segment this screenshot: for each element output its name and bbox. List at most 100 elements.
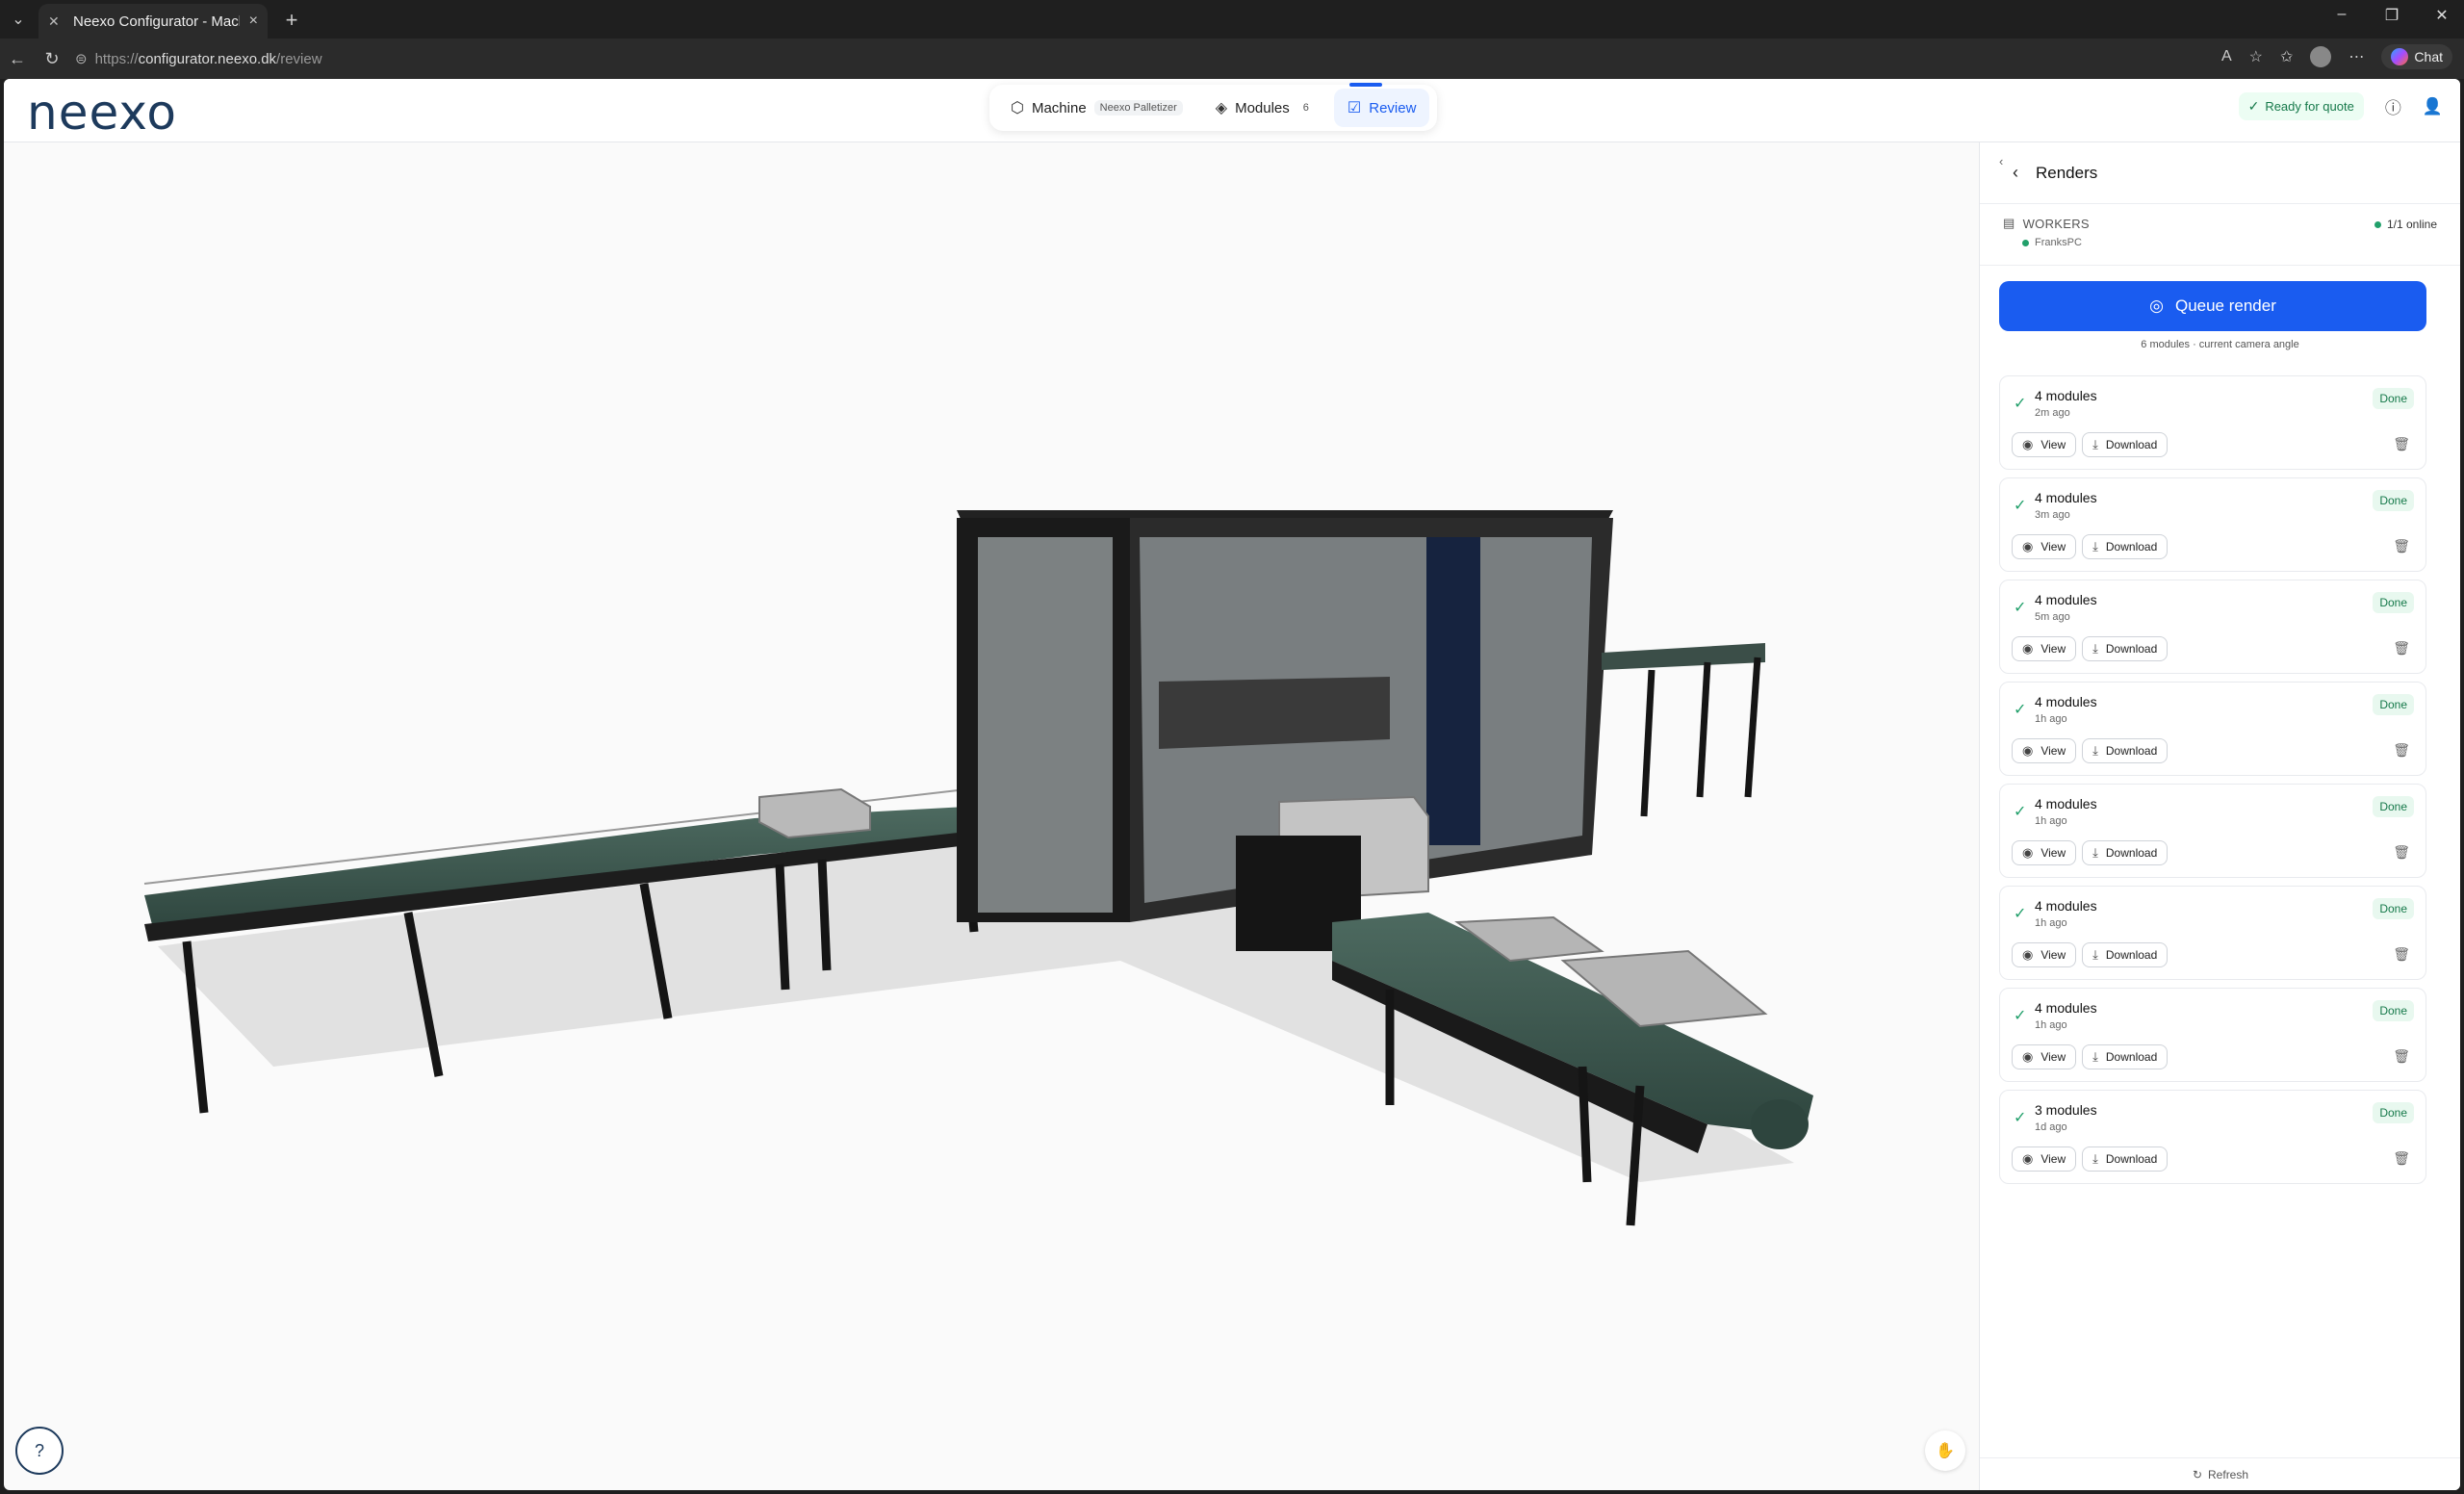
panel-title: Renders (2036, 163, 2098, 182)
trash-icon[interactable]: 🗑 (2393, 946, 2410, 963)
render-time: 1h ago (2035, 1019, 2067, 1031)
check-icon: ✓ (2014, 702, 2027, 718)
minimize-icon[interactable]: – (2329, 6, 2354, 25)
download-button[interactable]: ⤓ Download (2082, 738, 2169, 763)
step-modules[interactable]: ◈ Modules 6 (1202, 89, 1328, 127)
render-card: ✓ 4 modules 1h ago Done ◉ View ⤓ Download 🗑 (1999, 682, 2426, 776)
tab-bar: ⌄ ✕ Neexo Configurator - Machine Co × + … (0, 0, 2464, 39)
view-button[interactable]: ◉ View (2012, 432, 2077, 457)
user-icon[interactable]: 👤 (2423, 97, 2443, 116)
render-card: ✓ 4 modules 1h ago Done ◉ View ⤓ Download 🗑 (1999, 784, 2426, 878)
render-name: 4 modules (2035, 388, 2097, 403)
profile-avatar[interactable] (2310, 46, 2332, 67)
trash-icon[interactable]: 🗑 (2393, 742, 2410, 759)
help-circle-icon: ? (34, 1440, 44, 1460)
view-button[interactable]: ◉ View (2012, 534, 2077, 559)
restore-icon[interactable]: ❐ (2379, 6, 2404, 25)
reload-icon[interactable]: ↻ (35, 49, 69, 69)
window-controls: – ❐ ✕ (2329, 6, 2454, 25)
view-button[interactable]: ◉ View (2012, 840, 2077, 865)
view-label: View (2040, 642, 2066, 656)
eye-icon: ◉ (2022, 845, 2034, 860)
new-tab-icon[interactable]: + (277, 6, 306, 35)
help-button[interactable]: ? (15, 1427, 64, 1475)
download-button[interactable]: ⤓ Download (2082, 432, 2169, 457)
worker-name: FranksPC (2035, 237, 2082, 248)
download-label: Download (2105, 846, 2158, 860)
workers-label: WORKERS (2022, 216, 2090, 231)
download-label: Download (2105, 642, 2158, 656)
render-card: ✓ 4 modules 2m ago Done ◉ View ⤓ Download 🗑 (1999, 375, 2426, 470)
read-aloud-icon[interactable]: A (2221, 48, 2232, 65)
check-circle-icon: ✓ (2247, 98, 2260, 114)
favorites-icon[interactable]: ✩ (2280, 47, 2293, 66)
download-button[interactable]: ⤓ Download (2082, 942, 2169, 967)
view-button[interactable]: ◉ View (2012, 942, 2077, 967)
address-bar-row: ← ↻ ⊜ https://configurator.neexo.dk/revi… (0, 39, 2464, 79)
server-icon: ▤ (2003, 216, 2015, 230)
copilot-icon (2391, 48, 2409, 65)
chat-button[interactable]: Chat (2381, 44, 2452, 69)
download-button[interactable]: ⤓ Download (2082, 1146, 2169, 1172)
download-icon: ⤓ (2092, 1049, 2098, 1064)
neexo-logo[interactable]: neexo (27, 85, 177, 141)
download-button[interactable]: ⤓ Download (2082, 840, 2169, 865)
eye-icon: ◉ (2022, 1151, 2034, 1166)
view-label: View (2040, 948, 2066, 962)
render-name: 4 modules (2035, 694, 2097, 709)
status-badge: Done (2373, 1102, 2414, 1123)
trash-icon[interactable]: 🗑 (2393, 1150, 2410, 1167)
view-button[interactable]: ◉ View (2012, 738, 2077, 763)
refresh-button[interactable]: ↻ Refresh (1980, 1457, 2460, 1490)
step-review[interactable]: ☑ Review (1333, 83, 1430, 127)
queue-render-button[interactable]: ◎ Queue render (1999, 281, 2426, 331)
render-name: 3 modules (2035, 1102, 2097, 1118)
step-machine[interactable]: ⬡ Machine Neexo Palletizer (997, 89, 1196, 127)
browser-tab[interactable]: ✕ Neexo Configurator - Machine Co × (38, 4, 268, 39)
back-chevron-icon[interactable]: ‹ (2013, 163, 2018, 183)
download-label: Download (2105, 744, 2158, 758)
favorite-star-icon[interactable]: ☆ (2249, 47, 2263, 66)
download-label: Download (2105, 438, 2158, 451)
help-icon[interactable]: ⓘ (2385, 94, 2401, 118)
download-label: Download (2105, 1050, 2158, 1064)
collapse-icon[interactable]: ‹ (1999, 154, 2003, 168)
view-label: View (2040, 846, 2066, 860)
trash-icon[interactable]: 🗑 (2393, 436, 2410, 452)
render-card: ✓ 4 modules 1h ago Done ◉ View ⤓ Download 🗑 (1999, 988, 2426, 1082)
status-badge: Done (2373, 796, 2414, 817)
address-bar[interactable]: ⊜ https://configurator.neexo.dk/review (75, 44, 2231, 73)
render-name: 4 modules (2035, 796, 2097, 811)
more-icon[interactable]: ⋯ (2348, 47, 2364, 66)
download-button[interactable]: ⤓ Download (2082, 636, 2169, 661)
camera-reset-button[interactable]: ✋ (1925, 1430, 1965, 1471)
render-time: 1h ago (2035, 917, 2067, 929)
view-button[interactable]: ◉ View (2012, 1044, 2077, 1069)
conveyor-end-roller (1751, 1099, 1809, 1149)
view-button[interactable]: ◉ View (2012, 636, 2077, 661)
render-card: ✓ 3 modules 1d ago Done ◉ View ⤓ Download 🗑 (1999, 1090, 2426, 1184)
download-button[interactable]: ⤓ Download (2082, 534, 2169, 559)
clipboard-check-icon: ☑ (1347, 100, 1362, 116)
workers-section: ▤ WORKERS FranksPC 1/1 online (1980, 204, 2460, 266)
machine-3d-viewport[interactable] (4, 142, 1977, 1490)
close-window-icon[interactable]: ✕ (2429, 6, 2454, 25)
view-label: View (2040, 1050, 2066, 1064)
trash-icon[interactable]: 🗑 (2393, 640, 2410, 657)
close-tab-icon[interactable]: × (249, 13, 258, 30)
view-button[interactable]: ◉ View (2012, 1146, 2077, 1172)
tab-search-icon[interactable]: ⌄ (6, 8, 31, 31)
site-info-icon[interactable]: ⊜ (75, 50, 88, 67)
machine-glass-left (978, 537, 1113, 913)
trash-icon[interactable]: 🗑 (2393, 844, 2410, 861)
render-card: ✓ 4 modules 1h ago Done ◉ View ⤓ Download 🗑 (1999, 886, 2426, 980)
trash-icon[interactable]: 🗑 (2393, 538, 2410, 554)
trash-icon[interactable]: 🗑 (2393, 1048, 2410, 1065)
queue-render-subtitle: 6 modules · current camera angle (2141, 339, 2299, 350)
download-button[interactable]: ⤓ Download (2082, 1044, 2169, 1069)
back-icon[interactable]: ← (0, 49, 35, 69)
step-navigation: ⬡ Machine Neexo Palletizer ◈ Modules 6 ☑… (989, 83, 1438, 131)
check-icon: ✓ (2014, 1008, 2027, 1024)
download-icon: ⤓ (2092, 743, 2098, 758)
online-label: 1/1 online (2386, 218, 2437, 231)
